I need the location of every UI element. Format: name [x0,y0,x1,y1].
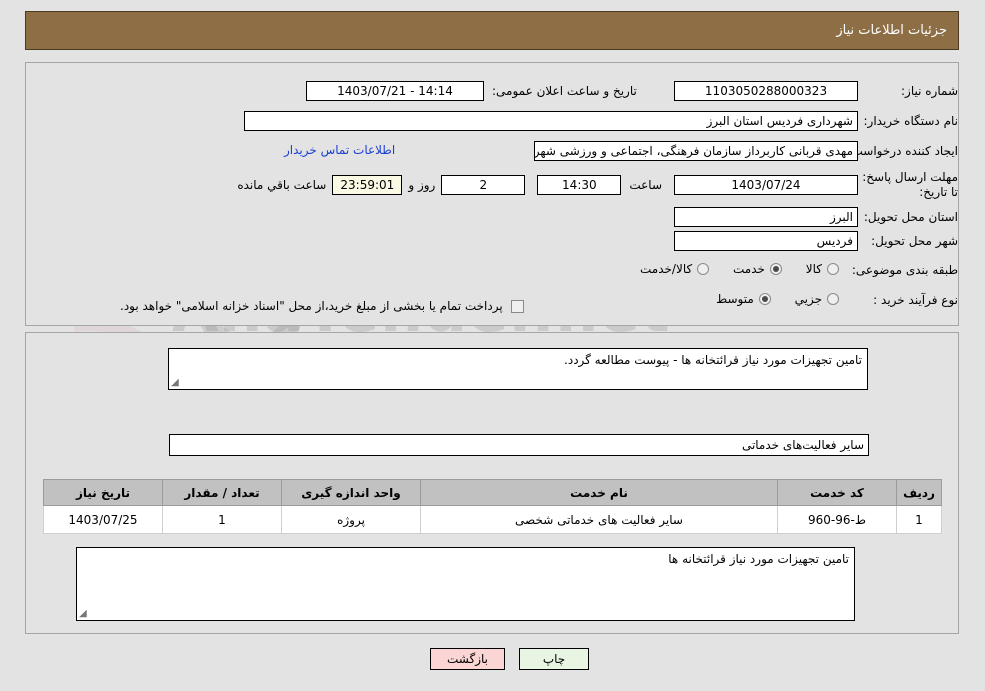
td-service-code: ط-96-960 [777,505,897,534]
province-value: البرز [674,207,858,227]
row-process-type: نوع فرآیند خرید : جزیي متوسط [510,292,958,308]
hour-label: ساعت [629,178,662,192]
buyer-notes-textarea[interactable]: تامین تجهیزات مورد نیاز قرائتخانه ها ◣ [76,547,855,621]
province-label: استان محل تحویل: [863,210,958,224]
city-label: شهر محل تحویل: [871,234,958,248]
general-desc-value: تامین تجهیزات مورد نیاز قرائتخانه ها - پ… [564,353,862,367]
process-option-jozei[interactable]: جزیي [795,292,839,306]
resize-grip-icon-notes[interactable]: ◣ [79,608,89,619]
th-quantity: تعداد / مقدار [162,479,282,506]
category-label: طبقه بندی موضوعی: [851,263,958,277]
resize-grip-icon[interactable]: ◣ [171,377,181,388]
radio-kala-icon[interactable] [827,263,839,275]
category-option-kala-khedmat-label: کالا/خدمت [640,262,693,276]
process-option-motavaset-label: متوسط [716,292,754,306]
buyer-contact-link[interactable]: اطلاعات تماس خریدار [284,143,395,157]
th-service-code: کد خدمت [777,479,897,506]
row-need-number: شماره نیاز: 1103050288000323 تاریخ و ساع… [100,81,958,101]
th-service-name: نام خدمت [420,479,778,506]
service-group-value: سایر فعالیت‌های خدماتی [169,434,869,456]
days-unit-label: روز و [408,178,436,192]
announce-datetime-value: 14:14 - 1403/07/21 [306,81,484,101]
hour-value: 14:30 [537,175,622,195]
radio-motavaset-icon[interactable] [758,293,771,305]
category-option-kala-label: کالا [805,262,822,276]
timer-suffix-label: ساعت باقي مانده [237,178,327,192]
radio-khedmat-icon[interactable] [769,263,782,275]
row-province: استان محل تحویل: البرز [600,207,958,227]
td-service-name: سایر فعالیت های خدماتی شخصی [420,505,778,534]
process-option-jozei-label: جزیي [794,292,822,306]
table-row: 1 ط-96-960 سایر فعالیت های خدماتی شخصی پ… [43,505,942,534]
table-header-row: ردیف کد خدمت نام خدمت واحد اندازه گیری ت… [43,479,942,506]
td-unit: پروژه [281,505,421,534]
th-row-no: ردیف [896,479,942,506]
general-desc-textarea[interactable]: تامین تجهیزات مورد نیاز قرائتخانه ها - پ… [168,348,868,390]
print-button[interactable]: چاپ [519,648,589,670]
deadline-date-value: 1403/07/24 [674,175,858,195]
row-subject-category: طبقه بندی موضوعی: کالا خدمت کالا/خدمت [510,262,958,278]
need-number-value: 1103050288000323 [674,81,858,101]
buyer-org-value: شهرداری فردیس استان البرز [244,111,858,131]
category-option-khedmat[interactable]: خدمت [733,262,782,276]
td-quantity: 1 [162,505,282,534]
need-number-label: شماره نیاز: [901,84,958,98]
page-header: جزئیات اطلاعات نیاز [25,11,959,50]
creator-value: مهدی قربانی کاربرداز سازمان فرهنگی، اجتم… [534,141,858,161]
treasury-note-label: پرداخت تمام یا بخشی از مبلغ خرید،از محل … [120,299,503,313]
category-option-kala-khedmat[interactable]: کالا/خدمت [640,262,710,276]
category-option-khedmat-label: خدمت [733,262,765,276]
days-value: 2 [441,175,526,195]
deadline-label: مهلت ارسال پاسخ: تا تاریخ: [862,170,958,199]
treasury-checkbox[interactable] [510,299,524,313]
process-option-motavaset[interactable]: متوسط [716,292,771,306]
services-table: ردیف کد خدمت نام خدمت واحد اندازه گیری ت… [43,479,942,534]
announce-datetime-label: تاریخ و ساعت اعلان عمومی: [492,84,637,98]
row-city: شهر محل تحویل: فردیس [600,231,958,251]
buyer-notes-value: تامین تجهیزات مورد نیاز قرائتخانه ها [668,552,849,566]
th-need-date: تاریخ نیاز [43,479,163,506]
city-value: فردیس [674,231,858,251]
row-deadline: مهلت ارسال پاسخ: تا تاریخ: 1403/07/24 سا… [110,170,958,200]
page-title: جزئیات اطلاعات نیاز [836,23,947,38]
creator-label: ایجاد کننده درخواست: [847,144,958,158]
category-option-kala[interactable]: کالا [806,262,839,276]
radio-kala-khedmat-icon[interactable] [697,263,710,275]
th-unit: واحد اندازه گیری [281,479,421,506]
row-treasury-note: پرداخت تمام یا بخشی از مبلغ خرید،از محل … [120,299,524,313]
back-button[interactable]: بازگشت [430,648,505,670]
radio-jozei-icon[interactable] [827,293,839,305]
buyer-org-label: نام دستگاه خریدار: [863,114,959,128]
td-row-no: 1 [896,505,942,534]
process-type-label: نوع فرآیند خرید : [873,293,958,307]
countdown-timer-value: 23:59:01 [332,175,403,195]
row-buyer-org: نام دستگاه خریدار: شهرداری فردیس استان ا… [231,111,958,131]
td-need-date: 1403/07/25 [43,505,163,534]
